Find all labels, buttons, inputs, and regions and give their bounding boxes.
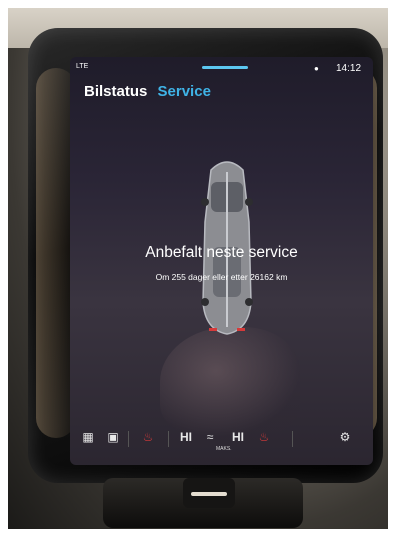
maks-label: MAKS. bbox=[216, 446, 232, 452]
settings-gear-icon[interactable]: ⚙ bbox=[336, 429, 354, 445]
camera-icon[interactable]: ▣ bbox=[104, 429, 122, 445]
clock: 14:12 bbox=[336, 63, 362, 74]
tab-service[interactable]: Service bbox=[158, 83, 211, 100]
notification-icon: ● bbox=[314, 64, 319, 73]
fan-left-button[interactable]: HI bbox=[178, 429, 194, 445]
seat-heat-left-icon[interactable]: ♨ bbox=[138, 429, 158, 445]
dock-divider bbox=[292, 431, 293, 447]
tab-bar: Bilstatus Service bbox=[84, 83, 211, 100]
service-detail: Om 255 dager eller etter 26162 km bbox=[155, 272, 288, 282]
knob-indicator-light bbox=[191, 492, 227, 496]
status-bar: LTE ● 14:12 bbox=[70, 57, 373, 79]
apps-grid-icon[interactable]: ▦ bbox=[80, 429, 96, 445]
infotainment-screen: LTE ● 14:12 Bilstatus Service Anbefalt n… bbox=[70, 57, 373, 465]
tab-bilstatus[interactable]: Bilstatus bbox=[84, 83, 147, 100]
photo: LTE ● 14:12 Bilstatus Service Anbefalt n… bbox=[8, 8, 388, 529]
climate-bar: ▦ ▣ ♨ HI ≈ MAKS. HI ♨ ⚙ bbox=[70, 419, 373, 459]
dock-divider bbox=[128, 431, 129, 447]
dock-divider bbox=[168, 431, 169, 447]
seat-heat-right-icon[interactable]: ♨ bbox=[254, 429, 274, 445]
defrost-icon[interactable]: ≈ bbox=[202, 429, 218, 445]
pull-down-handle[interactable] bbox=[202, 66, 248, 69]
service-heading: Anbefalt neste service bbox=[145, 244, 298, 261]
fan-right-button[interactable]: HI bbox=[230, 429, 246, 445]
signal-indicator: LTE bbox=[76, 63, 89, 70]
